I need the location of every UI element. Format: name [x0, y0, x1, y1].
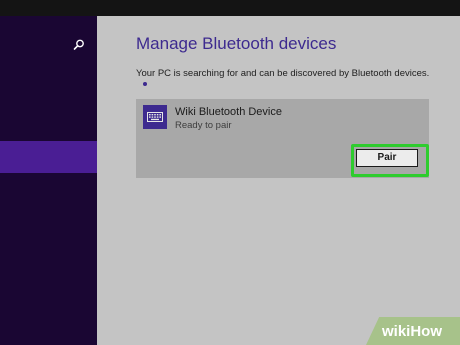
charms-sidebar — [0, 16, 97, 345]
main-panel — [97, 16, 460, 345]
pair-button[interactable]: Pair — [356, 149, 418, 167]
top-bar — [0, 0, 460, 16]
search-status-text: Your PC is searching for and can be disc… — [136, 68, 430, 79]
page-title: Manage Bluetooth devices — [136, 34, 337, 53]
searching-progress-dot — [143, 82, 147, 86]
wikihow-logo-text: wikiHow — [382, 323, 443, 340]
keyboard-icon — [147, 112, 163, 122]
device-status: Ready to pair — [175, 120, 232, 131]
search-icon[interactable] — [72, 38, 86, 52]
sidebar-item-selected[interactable] — [0, 141, 97, 173]
device-name: Wiki Bluetooth Device — [175, 106, 282, 118]
